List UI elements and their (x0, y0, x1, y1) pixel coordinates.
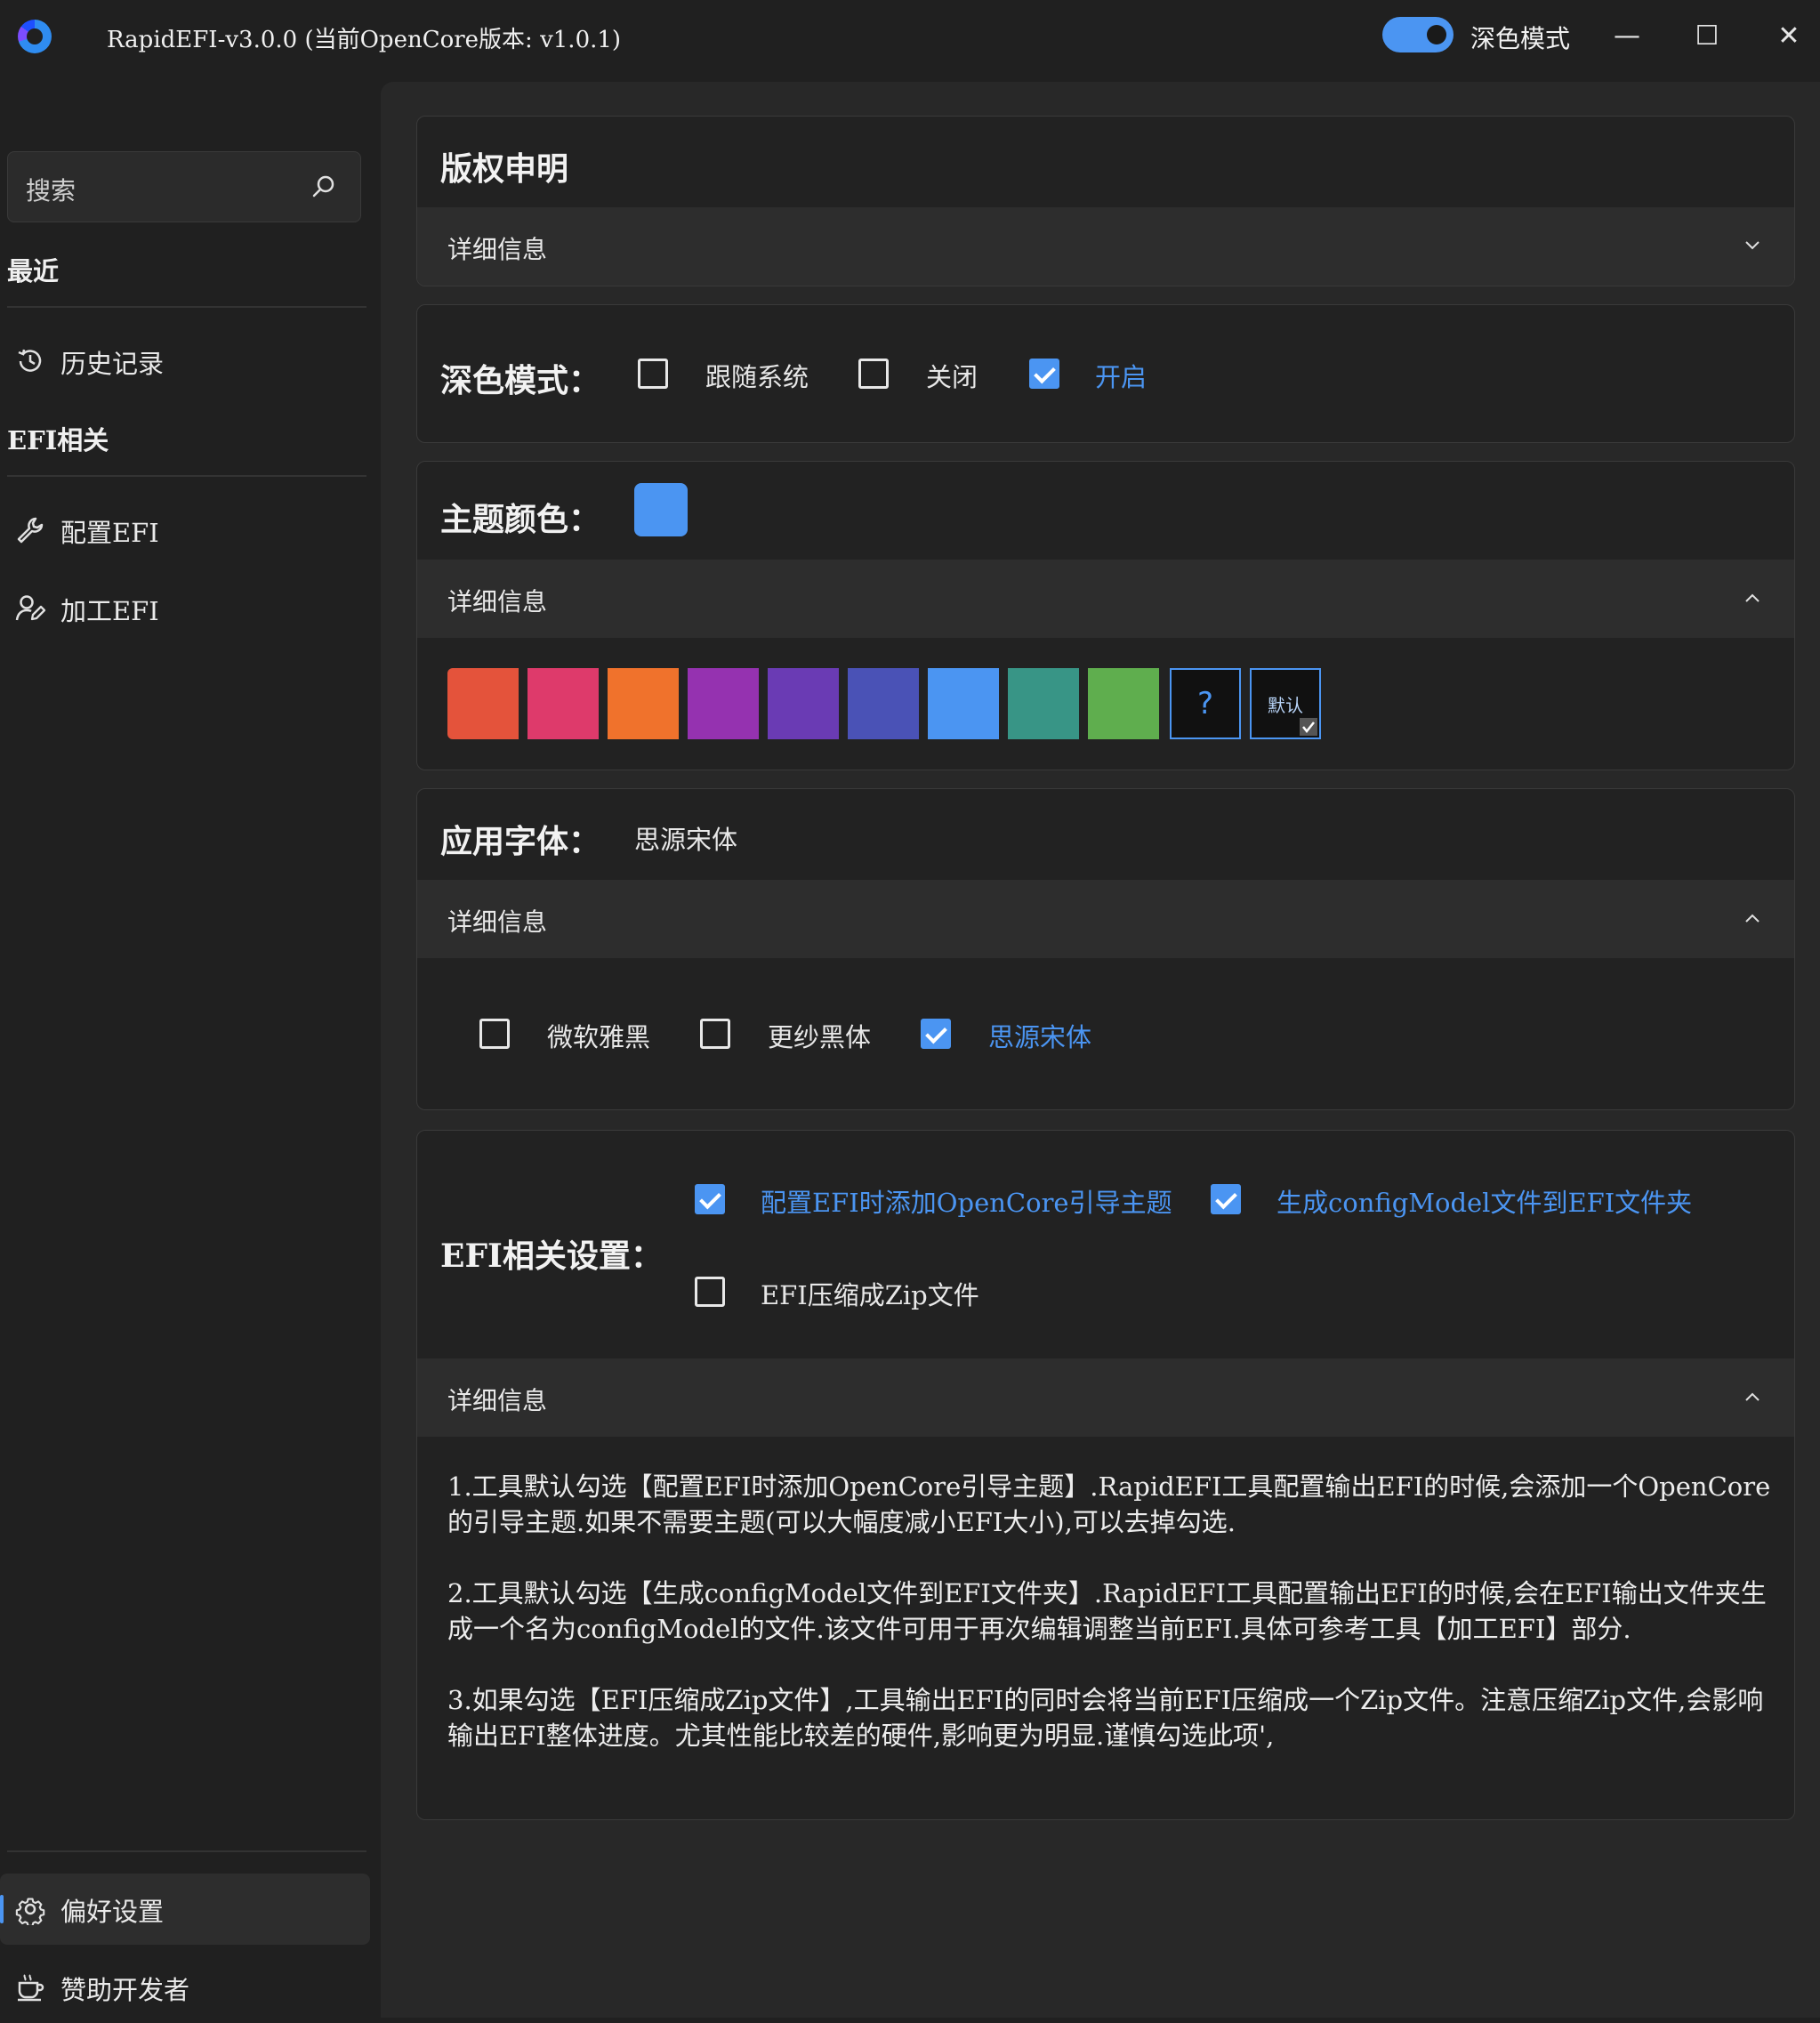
copyright-title: 版权申明 (440, 150, 569, 188)
efi-section-title: EFI相关 (7, 425, 109, 455)
follow-system-label[interactable]: 跟随系统 (705, 357, 809, 394)
sidebar-item-label: 加工EFI (60, 596, 159, 626)
font-title: 应用字体： (440, 823, 601, 860)
default-color-label: 默认 (1268, 695, 1303, 716)
copyright-card: 版权申明 详细信息 (416, 116, 1795, 286)
wrench-icon (17, 517, 44, 544)
theme-color-swatch[interactable] (447, 668, 519, 739)
sidebar-item-sponsor[interactable]: 赞助开发者 (0, 1952, 370, 2023)
sidebar-item-configure-efi[interactable]: 配置EFI (0, 495, 370, 566)
dark-mode-toggle-label: 深色模式 (1470, 24, 1571, 53)
search-icon[interactable] (309, 172, 339, 202)
custom-color-button[interactable]: ? (1170, 668, 1241, 739)
current-theme-color-swatch[interactable] (634, 483, 688, 536)
efi-info-paragraph-2: 2.工具默认勾选【生成configModel文件到EFI文件夹】.RapidEF… (447, 1578, 1767, 1644)
sidebar-item-label: 历史记录 (60, 349, 165, 379)
divider (7, 306, 366, 308)
theme-color-swatch[interactable] (688, 668, 759, 739)
user-edit-icon (15, 595, 46, 621)
copyright-details-expander[interactable]: 详细信息 (417, 207, 1794, 286)
current-font-value: 思源宋体 (634, 825, 738, 855)
custom-color-label: ? (1196, 686, 1214, 721)
add-boot-theme-label[interactable]: 配置EFI时添加OpenCore引导主题 (761, 1182, 1172, 1220)
chevron-up-icon (1745, 1392, 1760, 1401)
add-boot-theme-checkbox[interactable] (695, 1184, 725, 1214)
gear-icon (15, 1898, 45, 1925)
dark-on-checkbox[interactable] (1029, 359, 1059, 389)
toggle-knob (1427, 25, 1446, 44)
efi-settings-card: EFI相关设置： 配置EFI时添加OpenCore引导主题 生成configMo… (416, 1130, 1795, 1820)
details-label: 详细信息 (447, 587, 548, 617)
history-icon (18, 349, 42, 372)
sidebar-item-history[interactable]: 历史记录 (0, 326, 370, 397)
zip-efi-checkbox[interactable] (695, 1277, 725, 1307)
theme-color-details-expander[interactable]: 详细信息 (417, 560, 1794, 638)
window-title: RapidEFI-v3.0.0 (当前OpenCore版本: v1.0.1) (107, 27, 622, 53)
dark-off-checkbox[interactable] (858, 359, 889, 389)
zip-efi-label[interactable]: EFI压缩成Zip文件 (761, 1275, 979, 1312)
efi-settings-title: EFI相关设置： (440, 1237, 663, 1275)
efi-info-paragraph-1: 1.工具默认勾选【配置EFI时添加OpenCore引导主题】.RapidEFI工… (447, 1471, 1771, 1537)
close-button[interactable]: ✕ (1768, 16, 1809, 57)
font-details-expander[interactable]: 详细信息 (417, 880, 1794, 958)
font-source-han-checkbox[interactable] (921, 1019, 951, 1049)
font-yahei-checkbox[interactable] (479, 1019, 510, 1049)
active-indicator (0, 1895, 4, 1923)
details-label: 详细信息 (447, 907, 548, 937)
efi-info-paragraph-3: 3.如果勾选【EFI压缩成Zip文件】,工具输出EFI的同时会将当前EFI压缩成… (447, 1685, 1764, 1751)
dark-mode-card: 深色模式： 跟随系统 关闭 开启 (416, 304, 1795, 443)
theme-color-swatch[interactable] (527, 668, 599, 739)
dark-off-label[interactable]: 关闭 (926, 357, 978, 394)
theme-color-swatch[interactable] (1008, 668, 1079, 739)
dark-on-label[interactable]: 开启 (1095, 357, 1147, 394)
theme-color-swatch[interactable] (768, 668, 839, 739)
theme-color-title: 主题颜色： (440, 501, 601, 538)
details-label: 详细信息 (447, 1386, 548, 1415)
theme-color-card: 主题颜色： 详细信息 ? 默认 (416, 461, 1795, 770)
sidebar-item-label: 偏好设置 (60, 1897, 165, 1927)
recent-section-title: 最近 (7, 256, 60, 286)
follow-system-checkbox[interactable] (638, 359, 668, 389)
search-placeholder: 搜索 (26, 176, 77, 206)
chevron-up-icon (1745, 593, 1760, 602)
theme-color-swatch[interactable] (928, 668, 999, 739)
dark-mode-toggle[interactable] (1382, 17, 1454, 52)
sidebar: 搜索 最近 历史记录 EFI相关 配置EFI 加工EFI 偏好设置 赞助开发者 (0, 73, 381, 2018)
sidebar-item-label: 赞助开发者 (60, 1975, 190, 2005)
generate-config-model-checkbox[interactable] (1211, 1184, 1241, 1214)
maximize-button[interactable]: ☐ (1687, 16, 1727, 57)
theme-color-swatch[interactable] (1088, 668, 1159, 739)
font-source-han-label[interactable]: 思源宋体 (988, 1017, 1091, 1054)
search-input[interactable]: 搜索 (7, 151, 361, 222)
theme-color-swatch[interactable] (608, 668, 679, 739)
details-label: 详细信息 (447, 235, 548, 264)
chevron-down-icon (1745, 241, 1760, 250)
font-sarasa-label[interactable]: 更纱黑体 (768, 1017, 871, 1054)
sidebar-item-process-efi[interactable]: 加工EFI (0, 573, 370, 644)
default-color-button[interactable]: 默认 (1250, 668, 1321, 739)
generate-config-model-label[interactable]: 生成configModel文件到EFI文件夹 (1276, 1182, 1692, 1220)
font-card: 应用字体： 思源宋体 详细信息 微软雅黑 更纱黑体 思源宋体 (416, 788, 1795, 1110)
sidebar-item-label: 配置EFI (60, 518, 159, 548)
minimize-button[interactable]: — (1607, 16, 1647, 57)
font-sarasa-checkbox[interactable] (700, 1019, 730, 1049)
app-logo-icon (18, 20, 52, 53)
efi-settings-details-expander[interactable]: 详细信息 (417, 1358, 1794, 1437)
font-yahei-label[interactable]: 微软雅黑 (547, 1017, 650, 1054)
theme-color-swatch[interactable] (848, 668, 919, 739)
divider (7, 1850, 366, 1852)
divider (7, 475, 366, 477)
coffee-cup-icon (18, 1974, 44, 2002)
chevron-up-icon (1745, 914, 1760, 923)
dark-mode-title: 深色模式： (440, 362, 601, 399)
title-bar: RapidEFI-v3.0.0 (当前OpenCore版本: v1.0.1) 深… (0, 0, 1820, 73)
default-selected-check-icon (1300, 718, 1317, 736)
sidebar-item-preferences[interactable]: 偏好设置 (0, 1874, 370, 1945)
